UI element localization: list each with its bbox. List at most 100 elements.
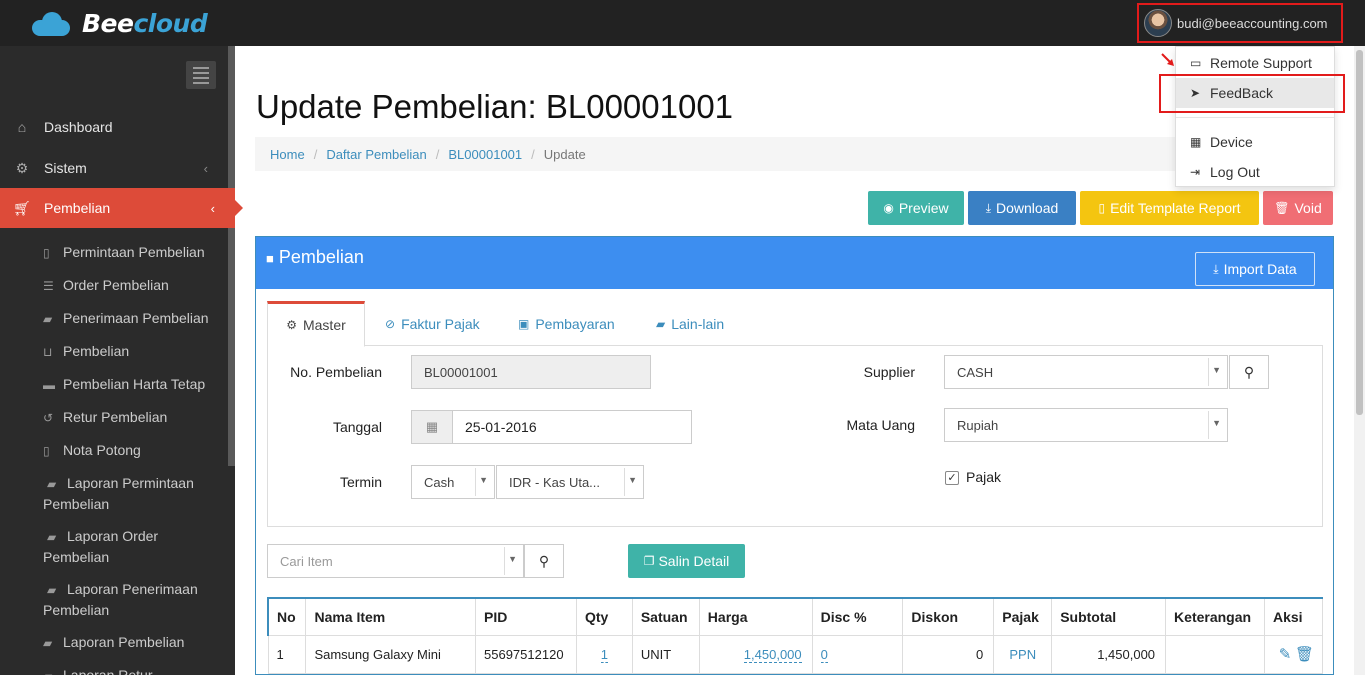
item-search-button[interactable]: ⚲ — [524, 544, 564, 578]
copy-icon: ❐ — [643, 554, 655, 568]
cart-icon: 🛒︎ — [13, 199, 31, 216]
chevron-left-icon: ‹ — [210, 200, 215, 216]
qty-editable[interactable]: 1 — [600, 646, 609, 663]
tab-faktur-pajak[interactable]: ⊘ Faktur Pajak — [385, 301, 480, 346]
breadcrumb-record[interactable]: BL00001001 — [448, 147, 522, 162]
column-header[interactable]: Disc % — [811, 597, 904, 636]
sidebar: ⌂ Dashboard ⚙ Sistem ‹ 🛒︎ Pembelian ‹ ▯ P… — [0, 46, 243, 675]
qrcode-icon: ▦ — [1190, 135, 1202, 149]
edit-template-report-button[interactable]: ▯ Edit Template Report — [1080, 191, 1259, 225]
salin-detail-button[interactable]: ❐ Salin Detail — [628, 544, 745, 578]
panel-header: ■ Pembelian ⤓ Import Data — [256, 237, 1333, 289]
trash-icon: 🗑︎ — [1274, 201, 1290, 215]
calendar-icon[interactable]: ▦ — [411, 410, 453, 444]
column-header[interactable]: Nama Item — [305, 597, 477, 636]
sidebar-item-pembelian[interactable]: 🛒︎ Pembelian ‹ — [0, 188, 243, 228]
termin-select[interactable]: Cash ▼ — [411, 465, 495, 499]
sign-out-icon: ⇥ — [1190, 165, 1201, 179]
cell-diskon: 0 — [902, 634, 995, 674]
sidebar-scrollbar[interactable] — [228, 46, 235, 466]
cell-keterangan[interactable] — [1165, 634, 1265, 674]
submenu-laporan-permintaan-pembelian[interactable]: ▰ Laporan Permintaan Pembelian — [43, 473, 228, 514]
book-icon: ▰ — [47, 530, 57, 544]
column-header[interactable]: Qty — [575, 597, 633, 636]
pajak-link[interactable]: PPN — [993, 634, 1053, 674]
form-tabs: ⚙ Master ⊘ Faktur Pajak ▣ Pembayaran ▰ Lain-… — [267, 301, 1323, 347]
home-icon: ⌂ — [17, 119, 27, 135]
panel-title: Pembelian — [278, 247, 364, 267]
cart-icon: ⊔ — [43, 345, 53, 359]
trash-icon[interactable]: 🗑︎ — [1295, 646, 1314, 663]
mata-uang-select[interactable]: Rupiah ▼ — [944, 408, 1228, 442]
void-button[interactable]: 🗑︎ Void — [1263, 191, 1333, 225]
tanggal-label: Tanggal — [332, 419, 382, 435]
sidebar-item-dashboard[interactable]: ⌂ Dashboard — [0, 107, 228, 147]
feedback-highlight-box — [1159, 74, 1345, 113]
tab-master[interactable]: ⚙ Master — [267, 301, 365, 347]
master-tab-content: No. Pembelian BL00001001 Tanggal ▦ 25-01… — [267, 345, 1323, 527]
app-logo[interactable]: Beecloud — [30, 6, 208, 40]
caret-down-icon: ▼ — [1212, 365, 1221, 375]
download-button[interactable]: ⤓ Download — [968, 191, 1076, 225]
user-menu-toggle[interactable]: budi@beeaccounting.com — [1137, 3, 1343, 43]
column-header[interactable]: Aksi — [1263, 597, 1324, 636]
tab-lain-lain[interactable]: ▰ Lain-lain — [656, 301, 724, 346]
book-icon: ▰ — [43, 312, 53, 326]
submenu-retur-pembelian[interactable]: ↺ Retur Pembelian — [43, 407, 223, 428]
column-header[interactable]: Harga — [698, 597, 813, 636]
menu-item-log-out[interactable]: ⇥ Log Out — [1176, 157, 1334, 187]
items-table: No Nama Item PID Qty Satuan Harga Disc %… — [267, 597, 1324, 674]
file-icon: ▯ — [43, 444, 50, 458]
submenu-nota-potong[interactable]: ▯ Nota Potong — [43, 440, 223, 461]
breadcrumb-daftar-pembelian[interactable]: Daftar Pembelian — [326, 147, 426, 162]
sidebar-toggle-button[interactable] — [186, 61, 216, 89]
cari-item-input[interactable]: Cari Item ▼ — [267, 544, 524, 578]
pajak-checkbox[interactable]: ✓ — [945, 471, 959, 485]
tab-pembayaran[interactable]: ▣ Pembayaran — [518, 301, 615, 346]
file-icon: ▯ — [43, 246, 50, 260]
submenu-order-pembelian[interactable]: ☰ Order Pembelian — [43, 275, 223, 296]
cell-pid: 55697512120 — [475, 634, 577, 674]
submenu-penerimaan-pembelian[interactable]: ▰ Penerimaan Pembelian — [43, 308, 223, 329]
supplier-search-button[interactable]: ⚲ — [1229, 355, 1269, 389]
car-icon: ▬ — [43, 378, 55, 392]
no-pembelian-label: No. Pembelian — [290, 364, 382, 380]
tanggal-input[interactable]: 25-01-2016 — [452, 410, 692, 444]
submenu-laporan-retur[interactable]: ▰Laporan Retur — [43, 665, 223, 675]
kas-select[interactable]: IDR - Kas Uta... ▼ — [496, 465, 644, 499]
column-header[interactable]: PID — [475, 597, 577, 636]
submenu-pembelian-harta-tetap[interactable]: ▬ Pembelian Harta Tetap — [43, 374, 223, 395]
preview-button[interactable]: ◉ Preview — [868, 191, 964, 225]
sidebar-item-label: Sistem — [44, 160, 87, 176]
column-header[interactable]: Diskon — [902, 597, 995, 636]
brand-part-1: Bee — [82, 8, 134, 38]
supplier-select[interactable]: CASH ▼ — [944, 355, 1228, 389]
edit-icon[interactable]: ✎ — [1279, 646, 1292, 663]
submenu-laporan-penerimaan-pembelian[interactable]: ▰ Laporan Penerimaan Pembelian — [43, 579, 228, 620]
list-icon: ☰ — [43, 279, 54, 293]
breadcrumb: Home / Daftar Pembelian / BL00001001 / U… — [255, 137, 1333, 171]
annotation-arrow-icon — [1161, 53, 1174, 66]
pembelian-panel: ■ Pembelian ⤓ Import Data ⚙ Master ⊘ Faktur … — [255, 236, 1334, 675]
caret-down-icon: ▼ — [1212, 418, 1221, 428]
book-icon: ▰ — [47, 477, 57, 491]
harga-editable[interactable]: 1,450,000 — [743, 646, 802, 663]
breadcrumb-current: Update — [543, 146, 586, 162]
import-data-button[interactable]: ⤓ Import Data — [1195, 252, 1315, 286]
disc-editable[interactable]: 0 — [820, 646, 828, 663]
column-header[interactable]: No — [267, 597, 307, 636]
submenu-pembelian[interactable]: ⊔ Pembelian — [43, 341, 223, 362]
page-scrollbar[interactable] — [1354, 46, 1365, 675]
submenu-laporan-order-pembelian[interactable]: ▰ Laporan Order Pembelian — [43, 526, 228, 567]
column-header[interactable]: Subtotal — [1051, 597, 1167, 636]
column-header[interactable]: Keterangan — [1165, 597, 1265, 636]
column-header[interactable]: Satuan — [631, 597, 700, 636]
menu-item-device[interactable]: ▦ Device — [1176, 127, 1334, 157]
book-icon: ▰ — [47, 583, 57, 597]
breadcrumb-home[interactable]: Home — [270, 147, 305, 162]
sidebar-item-sistem[interactable]: ⚙ Sistem ‹ — [0, 148, 228, 188]
column-header[interactable]: Pajak — [993, 597, 1053, 636]
page-title: Update Pembelian: BL00001001 — [256, 88, 734, 125]
submenu-laporan-pembelian[interactable]: ▰ Laporan Pembelian — [43, 632, 223, 653]
submenu-permintaan-pembelian[interactable]: ▯ Permintaan Pembelian — [43, 242, 223, 263]
